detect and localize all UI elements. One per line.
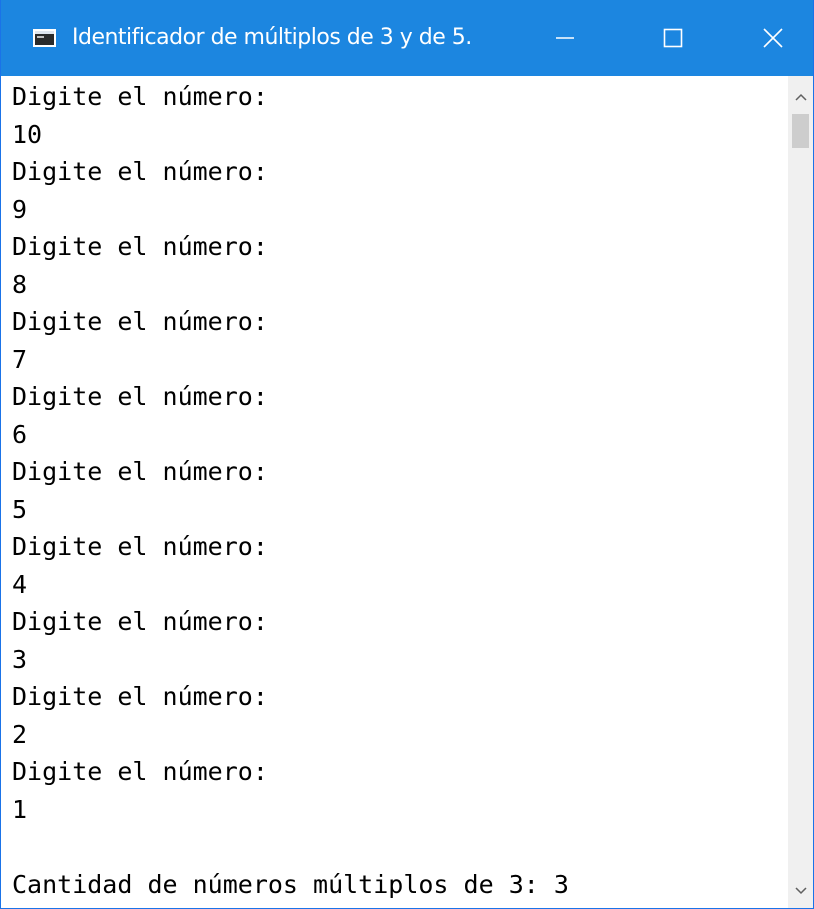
console-line: Digite el número: xyxy=(12,607,268,636)
chevron-up-icon xyxy=(794,93,807,101)
console-line: Digite el número: xyxy=(12,232,268,261)
console-line: 7 xyxy=(12,344,28,374)
console-line: Digite el número: xyxy=(12,682,268,711)
console-line: 2 xyxy=(12,719,28,749)
maximize-icon xyxy=(663,28,683,48)
console-line: Digite el número: xyxy=(12,757,268,786)
console-line: Digite el número: xyxy=(12,382,268,411)
window-title: Identificador de múltiplos de 3 y de 5. xyxy=(72,25,472,50)
console-line: 3 xyxy=(12,644,28,674)
console-app-icon xyxy=(33,29,56,47)
minimize-button[interactable] xyxy=(525,0,605,76)
scroll-up-button[interactable] xyxy=(788,82,813,112)
console-line: Cantidad de números múltiplos de 5: 2 xyxy=(12,905,569,908)
close-icon xyxy=(763,28,783,48)
console-line: 10 xyxy=(12,119,43,149)
console-line: 6 xyxy=(12,419,28,449)
title-bar[interactable]: Identificador de múltiplos de 3 y de 5. xyxy=(1,0,813,76)
console-line: Digite el número: xyxy=(12,82,268,111)
console-line: 5 xyxy=(12,494,28,524)
console-line: Digite el número: xyxy=(12,307,268,336)
minimize-icon xyxy=(556,37,574,39)
console-line: Digite el número: xyxy=(12,157,268,186)
console-line: 8 xyxy=(12,269,28,299)
console-output[interactable]: Digite el número: 10 Digite el número: 9 Dig… xyxy=(1,76,788,908)
console-line: Cantidad de números múltiplos de 3: 3 xyxy=(12,869,569,899)
chevron-down-icon xyxy=(794,887,807,895)
console-window: Identificador de múltiplos de 3 y de 5. … xyxy=(0,0,814,909)
scrollbar-thumb[interactable] xyxy=(792,114,809,148)
scroll-down-button[interactable] xyxy=(788,876,813,906)
console-line: 4 xyxy=(12,569,28,599)
vertical-scrollbar[interactable] xyxy=(788,76,813,908)
console-line: Digite el número: xyxy=(12,532,268,561)
close-button[interactable] xyxy=(733,0,813,76)
console-line: Digite el número: xyxy=(12,457,268,486)
console-line: 1 xyxy=(12,794,28,824)
maximize-button[interactable] xyxy=(633,0,713,76)
console-line: 9 xyxy=(12,194,28,224)
